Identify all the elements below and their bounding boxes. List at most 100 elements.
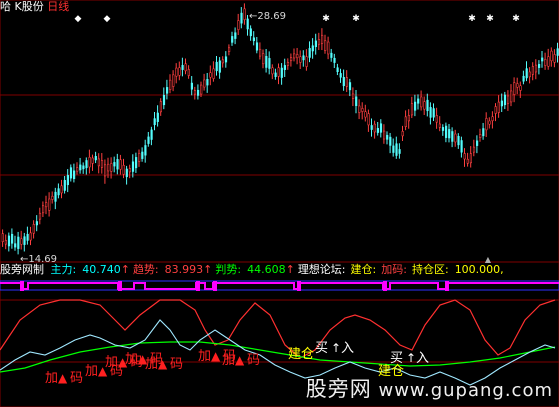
candle xyxy=(249,28,252,37)
band-tick xyxy=(20,281,24,291)
kline-chart-canvas[interactable]: ◆ ◆ ✱ ✱ ✱ ✱ ✱▲ 加 ▲ 码加 ▲ 码加 ▲ 码加 ▲ 码加 ▲ 码加 ▲ 码加 ▲ 码建仓买 ↑ 入建仓买 ↑ 入… xyxy=(0,0,559,407)
candle xyxy=(541,57,544,62)
candle xyxy=(135,157,138,169)
band-tick xyxy=(445,281,449,291)
indicator-item: 理想论坛: xyxy=(298,263,348,276)
candle xyxy=(181,65,184,70)
add-signal-arrow-icon: ▲ xyxy=(235,353,245,367)
candle xyxy=(252,37,256,42)
candle xyxy=(128,168,132,173)
candle xyxy=(345,77,349,87)
indicator-item-arrow: ↑ xyxy=(203,263,213,276)
add-signal-label: 加 xyxy=(85,364,98,379)
candle xyxy=(91,157,94,164)
candle xyxy=(190,82,194,90)
candle xyxy=(26,233,29,241)
candle xyxy=(20,238,23,245)
candle xyxy=(534,64,538,73)
candle xyxy=(404,116,407,128)
indicator-item-label: 持仓区: xyxy=(411,263,449,276)
candle xyxy=(286,61,290,66)
candle xyxy=(231,36,234,43)
candle xyxy=(200,84,203,95)
candle xyxy=(38,212,42,220)
buy-signal-label: 买 xyxy=(390,351,403,366)
candle xyxy=(7,235,11,247)
candle xyxy=(519,85,522,91)
candle xyxy=(389,136,392,146)
candle xyxy=(500,100,504,107)
candle xyxy=(60,185,63,194)
buy-signal-arrow-icon: ↑ xyxy=(331,341,341,355)
candle xyxy=(221,59,225,64)
candle xyxy=(537,64,541,68)
marker-icon: ✱ xyxy=(468,14,476,24)
candlestick-series xyxy=(1,3,559,255)
candle xyxy=(497,101,500,113)
signal-band xyxy=(0,280,559,291)
candle xyxy=(51,195,54,200)
candle xyxy=(45,202,48,208)
indicator-name[interactable]: 股旁网制 xyxy=(0,263,44,276)
candle xyxy=(299,56,302,63)
candle xyxy=(370,125,373,130)
indicator-item-value: 44.608 xyxy=(247,263,286,276)
candle xyxy=(317,39,321,45)
indicator-item: 主力: 40.740↑ xyxy=(51,263,130,276)
band-tick xyxy=(213,281,217,291)
candle xyxy=(327,41,330,55)
indicator-item-value: 83.993 xyxy=(164,263,204,276)
candle xyxy=(156,112,159,122)
candle xyxy=(228,47,231,52)
candle xyxy=(4,240,7,245)
candle xyxy=(457,135,460,146)
candle xyxy=(32,224,35,234)
candle xyxy=(73,170,76,180)
band-line xyxy=(0,282,559,290)
candle xyxy=(482,128,485,137)
candle xyxy=(358,105,361,113)
marker-icon: ✱ xyxy=(486,14,494,24)
candle xyxy=(29,232,32,241)
candle xyxy=(159,101,163,113)
candle xyxy=(472,146,476,153)
stock-name: 哈 K股份 xyxy=(0,0,44,13)
buy-signal-arrow-icon: ↑ xyxy=(406,351,416,365)
candle xyxy=(104,164,107,177)
period-label[interactable]: 日线 xyxy=(47,0,69,13)
candle xyxy=(283,65,287,70)
candle xyxy=(361,108,364,112)
watermark-url: www.gupang.com xyxy=(378,380,553,401)
candle xyxy=(110,163,113,172)
candle xyxy=(494,106,497,114)
candle xyxy=(382,130,386,140)
candle xyxy=(438,123,442,128)
candle xyxy=(426,99,429,112)
candle xyxy=(48,198,51,211)
candle xyxy=(125,168,128,178)
watermark-cn: 股旁网 xyxy=(305,377,372,401)
indicator-item-value: 100.000, xyxy=(454,263,504,276)
build-signal-label: 建仓 xyxy=(288,347,314,362)
marker-icon: ✱ xyxy=(512,14,520,24)
watermark: 股旁网 www.gupang.com xyxy=(306,373,553,403)
candle xyxy=(203,79,206,88)
candle xyxy=(187,69,190,76)
add-signal-label: 加 xyxy=(198,349,211,364)
buy-signal-label: 买 xyxy=(315,341,328,356)
candle xyxy=(184,63,187,72)
candle xyxy=(218,60,221,73)
candle xyxy=(57,188,60,196)
band-tick xyxy=(118,281,122,291)
candle xyxy=(336,67,339,72)
add-signal-label: 加 xyxy=(145,357,158,372)
candle xyxy=(289,57,293,62)
indicator-item: 判势: 44.608↑ xyxy=(215,263,294,276)
candle xyxy=(516,83,519,88)
candle xyxy=(544,59,547,66)
candle xyxy=(141,151,144,159)
trend-line xyxy=(0,299,556,359)
candle xyxy=(262,53,265,65)
candle xyxy=(169,79,172,90)
candle xyxy=(162,94,166,106)
